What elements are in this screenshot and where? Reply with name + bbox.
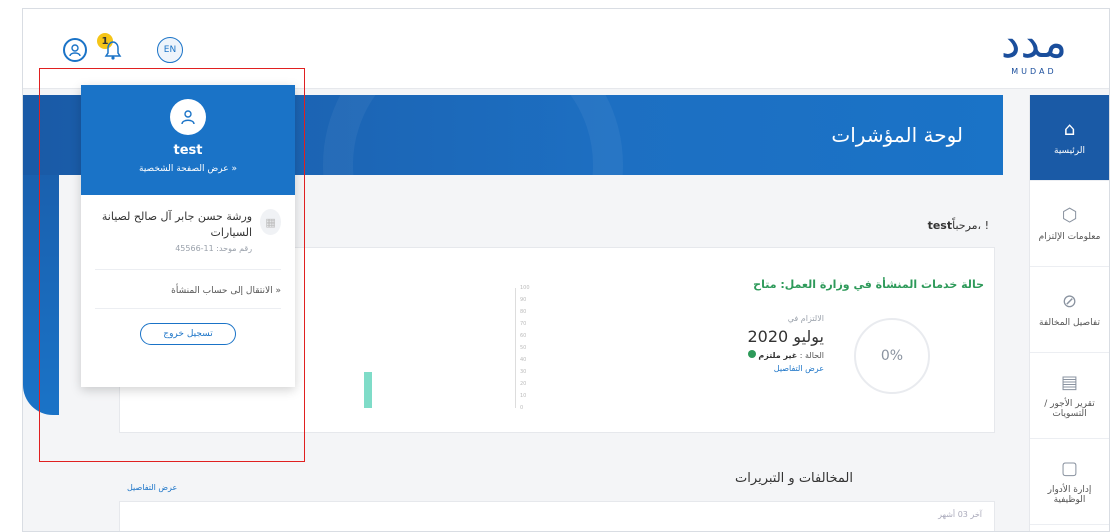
sidebar-item-label: معلومات الإلتزام [1038,232,1101,242]
commitment-gauge: 0% [854,318,930,394]
commitment-state: الحالة : غير ملتزم [745,350,824,360]
sidebar-item-roles[interactable]: ▢ إدارة الأدوار الوظيفية [1030,439,1109,525]
sidebar-item-home[interactable]: ⌂ الرئيسية [1030,95,1109,181]
bell-icon [104,41,122,60]
compliance-icon: ⬡ [1061,205,1078,226]
violation-icon: ⊘ [1061,291,1078,312]
view-details-link[interactable]: عرض التفاصيل [745,364,824,373]
roles-icon: ▢ [1060,458,1078,479]
chart-tick-label: 50 [520,345,527,351]
chart-tick-label: 70 [520,321,527,327]
chart-tick-label: 10 [520,393,527,399]
commitment-month: يوليو 2020 [747,327,825,346]
welcome-message: testمرحباً، ! [928,219,989,232]
avatar [170,99,206,135]
user-icon[interactable] [63,38,87,62]
violations-title: المخالفات و التبريرات [735,471,853,486]
sidebar-item-wage-report[interactable]: ▤ تقرير الأجور / التسويات [1030,353,1109,439]
status-dot-icon [747,350,756,358]
chart-tick-label: 30 [520,369,527,375]
top-icons: 1 EN [63,33,183,63]
chart-tick-label: 0 [520,405,524,411]
home-icon: ⌂ [1063,119,1076,140]
page-title: لوحة المؤشرات [831,123,963,147]
logout-button[interactable]: تسجيل خروج [140,323,236,345]
sidebar-item-compliance[interactable]: ⬡ معلومات الإلتزام [1030,181,1109,267]
chart-tick-label: 90 [520,297,527,303]
building-icon: ▦ [260,209,281,235]
dropdown-header: test عرض الصفحة الشخصية » [81,85,295,195]
sidebar-item-label: تفاصيل المخالفة [1039,318,1100,328]
user-avatar-icon [181,110,195,125]
divider [95,308,281,309]
welcome-text: مرحباً، ! [952,219,989,232]
organization-number: رقم موحد: 11-45566 [175,244,253,253]
notifications-button[interactable]: 1 [97,33,127,63]
organization-name: ورشة حسن جابر آل صالح لصيانة السيارات [101,210,253,239]
dropdown-username: test [173,143,203,158]
chart-tick-label: 60 [520,333,527,339]
user-dropdown: test عرض الصفحة الشخصية » ورشة حسن جابر … [81,85,295,387]
language-toggle[interactable]: EN [157,37,183,63]
chart-tick-label: 20 [520,381,527,387]
period-label: آخر 03 أشهر [938,510,982,519]
sidebar-item-label: إدارة الأدوار الوظيفية [1047,485,1092,505]
compliance-chart: 100 90 80 70 60 50 40 30 20 10 0 [364,285,570,418]
switch-account-link[interactable]: الانتقال إلى حساب المنشأة » [81,270,295,296]
chart-tick-label: 40 [520,357,527,363]
violations-card: آخر 03 أشهر [119,501,995,531]
chart-tick-label: 100 [520,285,530,291]
welcome-name: test [927,219,953,232]
state-value: غير ملتزم [758,351,798,360]
mudad-logo[interactable]: ﻣﺪﺩ MUDAD [989,19,1079,83]
sidebar-item-label: تقرير الأجور / التسويات [1044,399,1095,419]
status-title: حالة خدمات المنشأة في وزارة العمل: متاح [753,278,984,291]
view-profile-link[interactable]: عرض الصفحة الشخصية » [81,164,295,174]
report-icon: ▤ [1060,372,1078,393]
app-frame: 1 EN ﻣﺪﺩ MUDAD لوحة المؤشرات ⌂ الرئيسية … [22,8,1110,532]
top-bar: 1 EN ﻣﺪﺩ MUDAD [23,9,1109,89]
organization-info: ورشة حسن جابر آل صالح لصيانة السيارات رق… [81,195,295,257]
commitment-label: الالتزام في [787,314,824,323]
logo-mark: ﻣﺪﺩ [1000,17,1068,68]
sidebar-item-violation-details[interactable]: ⊘ تفاصيل المخالفة [1030,267,1109,353]
sidebar-item-label: الرئيسية [1054,146,1085,156]
chart-bar [364,372,372,408]
chart-y-axis [515,288,516,408]
violations-details-link[interactable]: عرض التفاصيل [127,483,177,492]
state-label: الحالة : [799,351,824,360]
commitment-info: الالتزام في يوليو 2020 الحالة : غير ملتز… [745,314,825,373]
logo-subtitle: MUDAD [1011,67,1057,76]
sidebar: ⌂ الرئيسية ⬡ معلومات الإلتزام ⊘ تفاصيل ا… [1029,95,1109,531]
chart-tick-label: 80 [520,309,527,315]
